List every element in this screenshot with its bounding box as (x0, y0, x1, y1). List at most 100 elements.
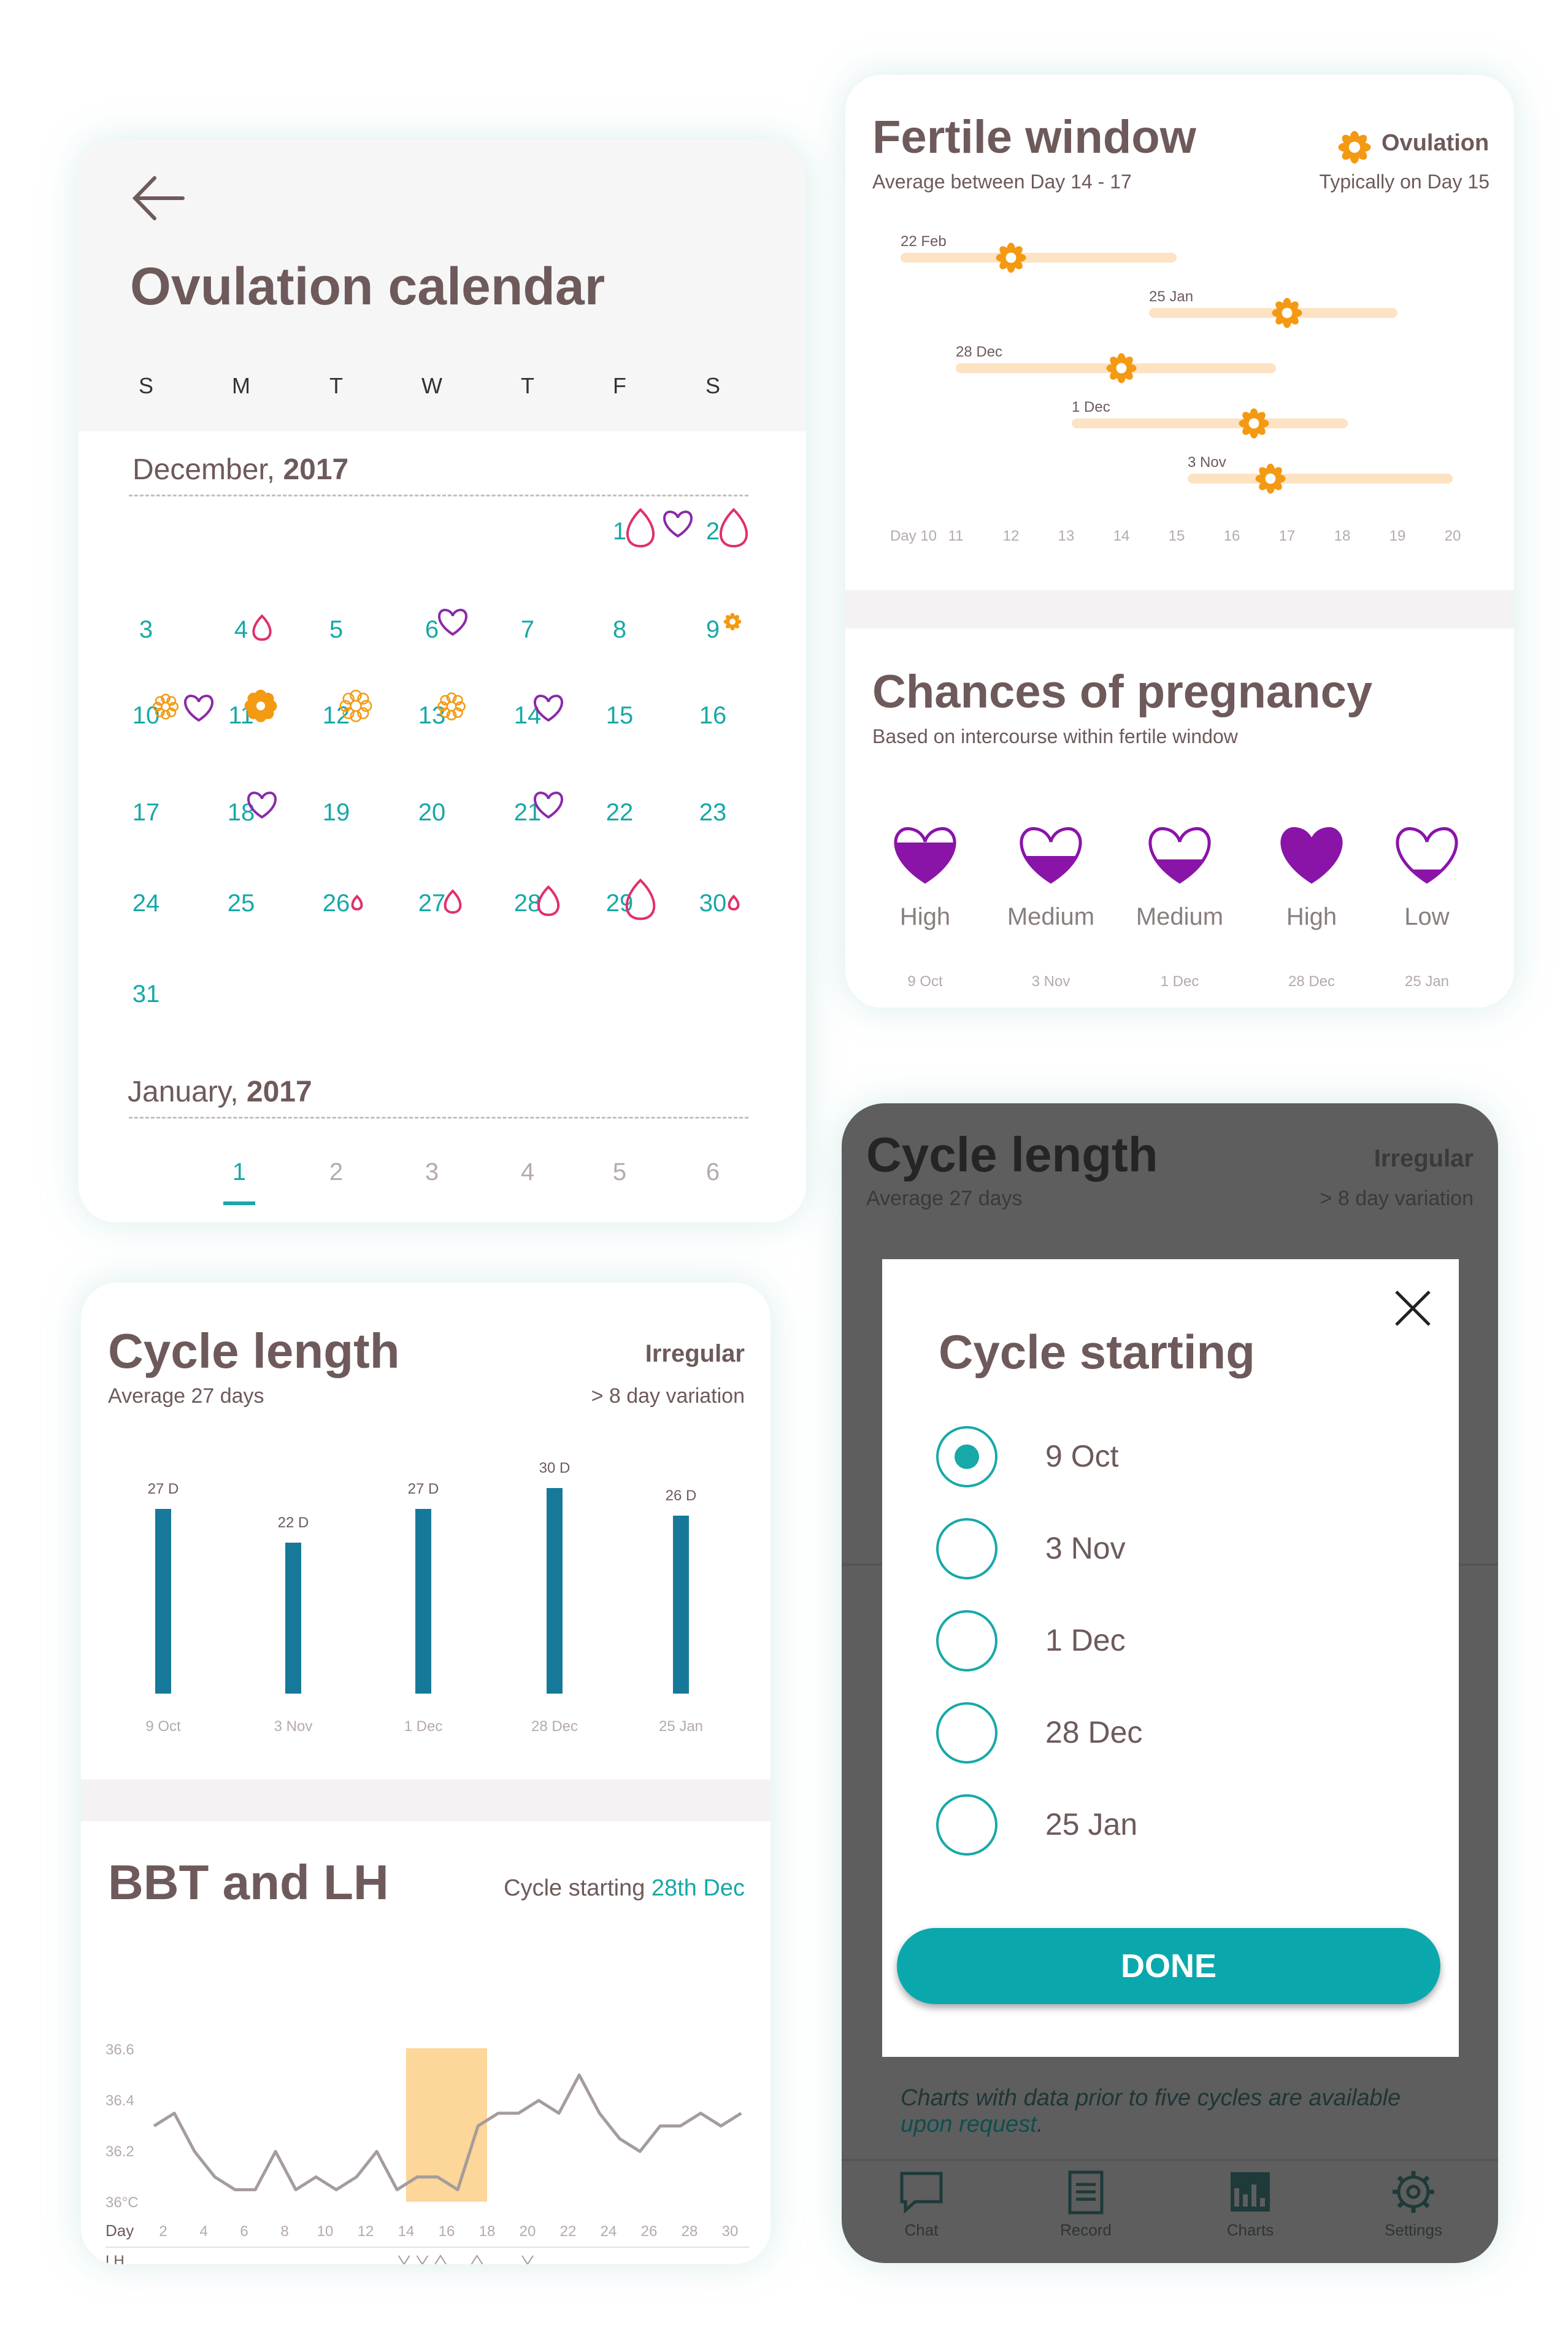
bbt-y-tick: 36.6 (106, 2042, 134, 2058)
cycle-length-bar[interactable] (547, 1488, 563, 1694)
ovulation-flower-icon (723, 612, 742, 631)
calendar-day[interactable]: 5 (309, 616, 364, 644)
calendar-day[interactable]: 17 (118, 799, 174, 827)
nav-label: Settings (1385, 2221, 1442, 2239)
bar-value-label: 26 D (665, 1487, 697, 1504)
axis-tick-label: 16 (1223, 528, 1240, 544)
pregnancy-chance-level: High (899, 903, 951, 930)
nav-divider (842, 2159, 1498, 2161)
weekday-label: S (705, 373, 720, 398)
cycle-option-radio[interactable] (936, 1702, 997, 1764)
calendar-day[interactable]: 24 (118, 890, 174, 917)
axis-tick-label: 11 (948, 528, 964, 544)
done-button[interactable]: DONE (897, 1928, 1440, 2004)
cycle-average: Average 27 days (108, 1384, 264, 1408)
bbt-x-tick: 4 (199, 2223, 207, 2240)
calendar-day[interactable]: 15 (592, 702, 647, 730)
bbt-x-tick: 16 (439, 2223, 455, 2240)
cycle-option-label[interactable]: 28 Dec (1045, 1714, 1142, 1750)
fertile-highlight-band (406, 2048, 487, 2202)
pregnancy-chance-level: Medium (1136, 903, 1224, 930)
bbt-x-tick: 14 (398, 2223, 415, 2240)
weekday-label: T (521, 373, 534, 398)
calendar-day[interactable]: 8 (592, 616, 647, 644)
pregnancy-chance-date: 3 Nov (1031, 973, 1070, 990)
day-number: 31 (132, 981, 160, 1008)
calendar-day[interactable]: 3 (118, 616, 174, 644)
week-tab[interactable]: 4 (503, 1159, 552, 1186)
cycle-option-radio[interactable] (936, 1426, 997, 1487)
bbt-x-tick: 12 (358, 2223, 374, 2240)
weekday-label: S (138, 373, 153, 398)
calendar-day[interactable]: 7 (500, 616, 555, 644)
nav-item-settings[interactable]: Settings (1367, 2167, 1459, 2240)
request-link[interactable]: upon request (901, 2111, 1037, 2137)
intercourse-heart-icon (247, 792, 277, 819)
week-tab[interactable]: 5 (595, 1159, 644, 1186)
nav-label: Charts (1226, 2221, 1274, 2239)
cycle-length-bar[interactable] (285, 1543, 301, 1694)
ovulation-flower-icon (1106, 353, 1137, 384)
cycle-length-bar[interactable] (673, 1515, 689, 1694)
week-tab-indicator (223, 1201, 255, 1205)
nav-item-charts[interactable]: Charts (1204, 2167, 1296, 2240)
fertile-row-label: 1 Dec (1072, 399, 1110, 415)
period-drop-icon (626, 507, 655, 548)
calendar-day[interactable]: 16 (685, 702, 740, 730)
cycle-option-label[interactable]: 25 Jan (1045, 1807, 1137, 1842)
lh-marker-icon (398, 2255, 410, 2264)
day-number: 8 (612, 616, 627, 643)
day-number: 24 (132, 890, 160, 917)
cycle-option-label[interactable]: 9 Oct (1045, 1438, 1118, 1474)
week-tab[interactable]: 6 (688, 1159, 737, 1186)
day-number: 22 (605, 799, 634, 826)
fertile-window-bar (901, 253, 1177, 263)
divider (129, 1117, 748, 1119)
intercourse-heart-icon (534, 792, 563, 819)
fertile-row-label: 28 Dec (956, 344, 1003, 360)
cycle-option-radio[interactable] (936, 1794, 997, 1856)
calendar-day[interactable]: 25 (213, 890, 269, 917)
fertile-window-bar (1072, 418, 1348, 428)
bar-date-label: 9 Oct (145, 1718, 181, 1735)
cycle-length-bar[interactable] (415, 1508, 431, 1694)
ovulation-flower-icon (996, 242, 1026, 273)
calendar-day[interactable]: 20 (404, 799, 459, 827)
bar-value-label: 27 D (407, 1480, 439, 1497)
day-axis-label: Day (106, 2221, 134, 2240)
cycle-title: Cycle length (108, 1324, 400, 1378)
lh-marker-icon (416, 2255, 429, 2264)
calendar-day[interactable]: 23 (685, 799, 740, 827)
day-number: 19 (322, 799, 350, 826)
cycle-length-bar[interactable] (155, 1508, 171, 1694)
intercourse-heart-icon (534, 695, 563, 722)
bbt-x-tick: 10 (317, 2223, 334, 2240)
calendar-day[interactable]: 22 (592, 799, 647, 827)
ovulation-typical-day: Typically on Day 15 (1319, 171, 1489, 193)
back-arrow-icon[interactable] (128, 171, 189, 226)
nav-item-chat[interactable]: Chat (875, 2167, 967, 2240)
record-icon (1068, 2170, 1104, 2215)
period-drop-icon (719, 507, 748, 548)
bar-date-label: 25 Jan (658, 1718, 704, 1735)
bar-date-label: 3 Nov (274, 1718, 313, 1735)
lh-marker-icon (434, 2254, 447, 2264)
close-icon[interactable] (1391, 1287, 1434, 1330)
week-tab[interactable]: 2 (312, 1159, 361, 1186)
week-tab[interactable]: 3 (407, 1159, 456, 1186)
pregnancy-chance-heart-icon (1280, 827, 1343, 884)
cycle-option-label[interactable]: 3 Nov (1045, 1530, 1126, 1566)
cycle-option-radio[interactable] (936, 1610, 997, 1672)
pregnancy-chance-level: Medium (1007, 903, 1095, 930)
day-number: 3 (139, 616, 153, 643)
cycle-option-label[interactable]: 1 Dec (1045, 1622, 1126, 1658)
nav-item-record[interactable]: Record (1040, 2167, 1132, 2240)
cycle-option-radio[interactable] (936, 1518, 997, 1579)
calendar-day[interactable]: 31 (118, 981, 174, 1008)
axis-tick-label: Day 10 (890, 528, 937, 544)
week-tab[interactable]: 1 (215, 1159, 264, 1186)
calendar-day[interactable]: 19 (309, 799, 364, 827)
pregnancy-chance-heart-icon (1148, 827, 1211, 884)
fertile-row-label: 25 Jan (1149, 288, 1194, 305)
bbt-x-tick: 18 (479, 2223, 496, 2240)
